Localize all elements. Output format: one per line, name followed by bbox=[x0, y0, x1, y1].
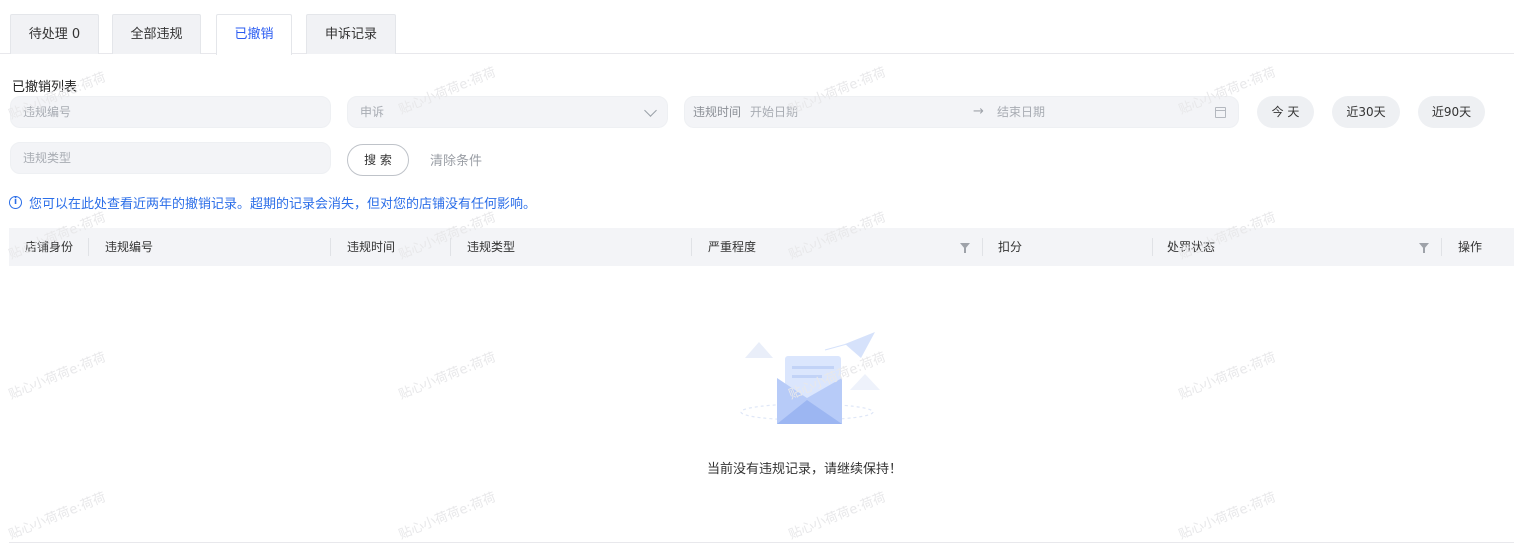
tab-revoked[interactable]: 已撤销 bbox=[216, 14, 292, 55]
calendar-icon[interactable] bbox=[1215, 107, 1226, 118]
col-violation-id: 违规编号 bbox=[105, 240, 154, 254]
column-divider bbox=[1152, 238, 1153, 256]
info-notice-text: 您可以在此处查看近两年的撤销记录。超期的记录会消失，但对您的店铺没有任何影响。 bbox=[29, 197, 537, 212]
start-date-input[interactable]: 开始日期 bbox=[750, 97, 798, 127]
col-actions: 操作 bbox=[1458, 240, 1483, 254]
range-90-days-button[interactable]: 近90天 bbox=[1418, 96, 1485, 128]
tab-bar: 待处理 0 全部违规 已撤销 申诉记录 bbox=[0, 14, 1514, 55]
column-divider bbox=[982, 238, 983, 256]
col-severity: 严重程度 bbox=[708, 240, 757, 254]
end-date-input[interactable]: 结束日期 bbox=[997, 97, 1045, 127]
table-header: 店铺身份 违规编号 违规时间 违规类型 严重程度 扣分 处罚状态 操作 bbox=[9, 228, 1514, 266]
column-divider bbox=[88, 238, 89, 256]
violation-id-input[interactable]: 违规编号 bbox=[10, 96, 331, 128]
col-store-identity: 店铺身份 bbox=[25, 240, 74, 254]
watermark: 贴心小荷荷e:荷荷 bbox=[396, 490, 499, 543]
column-divider bbox=[330, 238, 331, 256]
range-today-button[interactable]: 今 天 bbox=[1257, 96, 1314, 128]
watermark: 贴心小荷荷e:荷荷 bbox=[6, 350, 109, 403]
col-penalty-status: 处罚状态 bbox=[1167, 240, 1216, 254]
violation-time-label: 违规时间 bbox=[693, 105, 742, 119]
column-divider bbox=[1441, 238, 1442, 256]
search-button[interactable]: 搜 索 bbox=[347, 144, 409, 176]
severity-filter-icon[interactable] bbox=[960, 243, 970, 253]
clear-filters-button[interactable]: 清除条件 bbox=[430, 150, 482, 169]
column-divider bbox=[691, 238, 692, 256]
watermark: 贴心小荷荷e:荷荷 bbox=[1176, 350, 1279, 403]
tab-all-violations[interactable]: 全部违规 bbox=[112, 14, 201, 54]
column-divider bbox=[450, 238, 451, 256]
watermark: 贴心小荷荷e:荷荷 bbox=[396, 350, 499, 403]
violation-type-placeholder: 违规类型 bbox=[23, 151, 72, 165]
empty-mailbox-illustration bbox=[740, 332, 880, 424]
chevron-down-icon bbox=[644, 104, 657, 117]
range-arrow-icon: → bbox=[973, 104, 984, 119]
range-30-days-button[interactable]: 近30天 bbox=[1332, 96, 1400, 128]
col-violation-time: 违规时间 bbox=[347, 240, 396, 254]
violation-time-range[interactable]: 违规时间 开始日期 → 结束日期 bbox=[684, 96, 1239, 128]
info-notice: i 您可以在此处查看近两年的撤销记录。超期的记录会消失，但对您的店铺没有任何影响… bbox=[9, 193, 536, 212]
watermark: 贴心小荷荷e:荷荷 bbox=[1176, 490, 1279, 543]
table-bottom-divider bbox=[9, 542, 1514, 543]
violation-id-placeholder: 违规编号 bbox=[23, 105, 72, 119]
watermark: 贴心小荷荷e:荷荷 bbox=[6, 490, 109, 543]
section-title: 已撤销列表 bbox=[12, 80, 78, 95]
tab-pending[interactable]: 待处理 0 bbox=[10, 14, 99, 54]
info-icon: i bbox=[9, 196, 22, 209]
penalty-status-filter-icon[interactable] bbox=[1419, 243, 1429, 253]
col-deduction: 扣分 bbox=[998, 240, 1023, 254]
col-violation-type: 违规类型 bbox=[467, 240, 516, 254]
tab-appeal-records[interactable]: 申诉记录 bbox=[306, 14, 396, 54]
appeal-select-value: 申诉 bbox=[360, 105, 385, 119]
violation-type-input[interactable]: 违规类型 bbox=[10, 142, 331, 174]
empty-state-message: 当前没有违规记录，请继续保持！ bbox=[706, 462, 902, 477]
appeal-select[interactable]: 申诉 bbox=[347, 96, 668, 128]
watermark: 贴心小荷荷e:荷荷 bbox=[786, 490, 889, 543]
